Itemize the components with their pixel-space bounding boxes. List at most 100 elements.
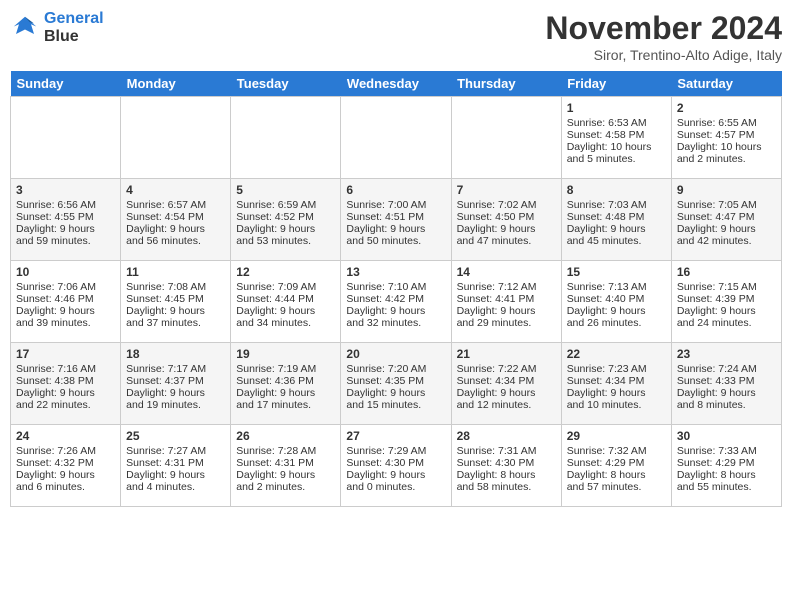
- calendar-cell: 13Sunrise: 7:10 AMSunset: 4:42 PMDayligh…: [341, 261, 451, 343]
- day-info-line: Daylight: 9 hours and 15 minutes.: [346, 387, 445, 411]
- week-row-1: 3Sunrise: 6:56 AMSunset: 4:55 PMDaylight…: [11, 179, 782, 261]
- day-info-line: Sunset: 4:31 PM: [126, 457, 225, 469]
- calendar-cell: 27Sunrise: 7:29 AMSunset: 4:30 PMDayligh…: [341, 425, 451, 507]
- day-info-line: Sunset: 4:31 PM: [236, 457, 335, 469]
- day-info-line: Sunset: 4:33 PM: [677, 375, 776, 387]
- day-info-line: Sunrise: 7:32 AM: [567, 445, 666, 457]
- day-info-line: Sunset: 4:45 PM: [126, 293, 225, 305]
- day-info-line: Daylight: 9 hours and 59 minutes.: [16, 223, 115, 247]
- day-info-line: Sunrise: 7:26 AM: [16, 445, 115, 457]
- day-info-line: Sunset: 4:41 PM: [457, 293, 556, 305]
- day-info-line: Sunrise: 6:59 AM: [236, 199, 335, 211]
- day-info-line: Sunset: 4:38 PM: [16, 375, 115, 387]
- calendar-cell: 30Sunrise: 7:33 AMSunset: 4:29 PMDayligh…: [671, 425, 781, 507]
- day-number: 29: [567, 429, 666, 443]
- day-info-line: Sunrise: 7:12 AM: [457, 281, 556, 293]
- day-info-line: Sunset: 4:39 PM: [677, 293, 776, 305]
- day-number: 26: [236, 429, 335, 443]
- day-info-line: Daylight: 8 hours and 57 minutes.: [567, 469, 666, 493]
- day-info-line: Daylight: 8 hours and 55 minutes.: [677, 469, 776, 493]
- calendar-cell: 28Sunrise: 7:31 AMSunset: 4:30 PMDayligh…: [451, 425, 561, 507]
- day-info-line: Sunrise: 7:00 AM: [346, 199, 445, 211]
- day-info-line: Daylight: 10 hours and 2 minutes.: [677, 141, 776, 165]
- calendar-cell: 15Sunrise: 7:13 AMSunset: 4:40 PMDayligh…: [561, 261, 671, 343]
- day-number: 13: [346, 265, 445, 279]
- day-info-line: Daylight: 9 hours and 6 minutes.: [16, 469, 115, 493]
- day-info-line: Sunset: 4:48 PM: [567, 211, 666, 223]
- day-number: 22: [567, 347, 666, 361]
- day-info-line: Daylight: 9 hours and 12 minutes.: [457, 387, 556, 411]
- day-info-line: Sunrise: 7:23 AM: [567, 363, 666, 375]
- calendar-cell: 4Sunrise: 6:57 AMSunset: 4:54 PMDaylight…: [121, 179, 231, 261]
- day-number: 28: [457, 429, 556, 443]
- day-info-line: Daylight: 9 hours and 4 minutes.: [126, 469, 225, 493]
- day-info-line: Sunrise: 7:28 AM: [236, 445, 335, 457]
- day-info-line: Sunset: 4:35 PM: [346, 375, 445, 387]
- calendar-body: 1Sunrise: 6:53 AMSunset: 4:58 PMDaylight…: [11, 97, 782, 507]
- day-info-line: Sunset: 4:54 PM: [126, 211, 225, 223]
- calendar-cell: 3Sunrise: 6:56 AMSunset: 4:55 PMDaylight…: [11, 179, 121, 261]
- header: General Blue November 2024 Siror, Trenti…: [10, 10, 782, 63]
- day-info-line: Daylight: 9 hours and 45 minutes.: [567, 223, 666, 247]
- column-header-friday: Friday: [561, 71, 671, 97]
- day-info-line: Daylight: 9 hours and 19 minutes.: [126, 387, 225, 411]
- calendar-cell: 9Sunrise: 7:05 AMSunset: 4:47 PMDaylight…: [671, 179, 781, 261]
- day-number: 30: [677, 429, 776, 443]
- day-number: 18: [126, 347, 225, 361]
- day-number: 7: [457, 183, 556, 197]
- day-info-line: Sunset: 4:55 PM: [16, 211, 115, 223]
- day-info-line: Sunset: 4:40 PM: [567, 293, 666, 305]
- day-number: 16: [677, 265, 776, 279]
- day-info-line: Daylight: 9 hours and 24 minutes.: [677, 305, 776, 329]
- calendar-cell: 21Sunrise: 7:22 AMSunset: 4:34 PMDayligh…: [451, 343, 561, 425]
- calendar-cell: 19Sunrise: 7:19 AMSunset: 4:36 PMDayligh…: [231, 343, 341, 425]
- day-info-line: Sunset: 4:57 PM: [677, 129, 776, 141]
- calendar-header-row: SundayMondayTuesdayWednesdayThursdayFrid…: [11, 71, 782, 97]
- location-title: Siror, Trentino-Alto Adige, Italy: [545, 47, 782, 63]
- day-info-line: Daylight: 9 hours and 8 minutes.: [677, 387, 776, 411]
- day-number: 17: [16, 347, 115, 361]
- day-number: 9: [677, 183, 776, 197]
- day-info-line: Daylight: 9 hours and 0 minutes.: [346, 469, 445, 493]
- calendar-cell: 16Sunrise: 7:15 AMSunset: 4:39 PMDayligh…: [671, 261, 781, 343]
- week-row-4: 24Sunrise: 7:26 AMSunset: 4:32 PMDayligh…: [11, 425, 782, 507]
- day-info-line: Sunrise: 7:19 AM: [236, 363, 335, 375]
- calendar-cell: 7Sunrise: 7:02 AMSunset: 4:50 PMDaylight…: [451, 179, 561, 261]
- day-number: 8: [567, 183, 666, 197]
- calendar-cell: 2Sunrise: 6:55 AMSunset: 4:57 PMDaylight…: [671, 97, 781, 179]
- day-info-line: Sunset: 4:29 PM: [567, 457, 666, 469]
- day-number: 20: [346, 347, 445, 361]
- day-info-line: Daylight: 9 hours and 26 minutes.: [567, 305, 666, 329]
- day-info-line: Daylight: 9 hours and 47 minutes.: [457, 223, 556, 247]
- logo-text-general: General: [44, 10, 104, 27]
- day-info-line: Sunrise: 7:10 AM: [346, 281, 445, 293]
- day-info-line: Daylight: 9 hours and 29 minutes.: [457, 305, 556, 329]
- week-row-0: 1Sunrise: 6:53 AMSunset: 4:58 PMDaylight…: [11, 97, 782, 179]
- day-info-line: Daylight: 9 hours and 34 minutes.: [236, 305, 335, 329]
- day-info-line: Daylight: 9 hours and 10 minutes.: [567, 387, 666, 411]
- day-info-line: Sunrise: 7:29 AM: [346, 445, 445, 457]
- day-info-line: Daylight: 9 hours and 2 minutes.: [236, 469, 335, 493]
- month-title: November 2024: [545, 10, 782, 47]
- day-info-line: Sunrise: 6:57 AM: [126, 199, 225, 211]
- day-number: 11: [126, 265, 225, 279]
- calendar-cell: 26 Sunrise: 7:28 AMSunset: 4:31 PMDayligh…: [231, 425, 341, 507]
- day-info-line: Sunrise: 7:13 AM: [567, 281, 666, 293]
- day-info-line: Sunrise: 7:02 AM: [457, 199, 556, 211]
- calendar-cell: [341, 97, 451, 179]
- day-info-line: Sunset: 4:44 PM: [236, 293, 335, 305]
- day-info-line: Sunset: 4:42 PM: [346, 293, 445, 305]
- day-number: 1: [567, 101, 666, 115]
- column-header-sunday: Sunday: [11, 71, 121, 97]
- calendar-cell: 6Sunrise: 7:00 AMSunset: 4:51 PMDaylight…: [341, 179, 451, 261]
- day-info-line: Sunset: 4:58 PM: [567, 129, 666, 141]
- calendar-cell: 12Sunrise: 7:09 AMSunset: 4:44 PMDayligh…: [231, 261, 341, 343]
- column-header-wednesday: Wednesday: [341, 71, 451, 97]
- day-info-line: Sunset: 4:36 PM: [236, 375, 335, 387]
- week-row-2: 10Sunrise: 7:06 AMSunset: 4:46 PMDayligh…: [11, 261, 782, 343]
- day-number: 25: [126, 429, 225, 443]
- calendar-cell: 22Sunrise: 7:23 AMSunset: 4:34 PMDayligh…: [561, 343, 671, 425]
- day-number: 27: [346, 429, 445, 443]
- calendar-cell: 29 Sunrise: 7:32 AMSunset: 4:29 PMDayligh…: [561, 425, 671, 507]
- day-info-line: Sunrise: 7:09 AM: [236, 281, 335, 293]
